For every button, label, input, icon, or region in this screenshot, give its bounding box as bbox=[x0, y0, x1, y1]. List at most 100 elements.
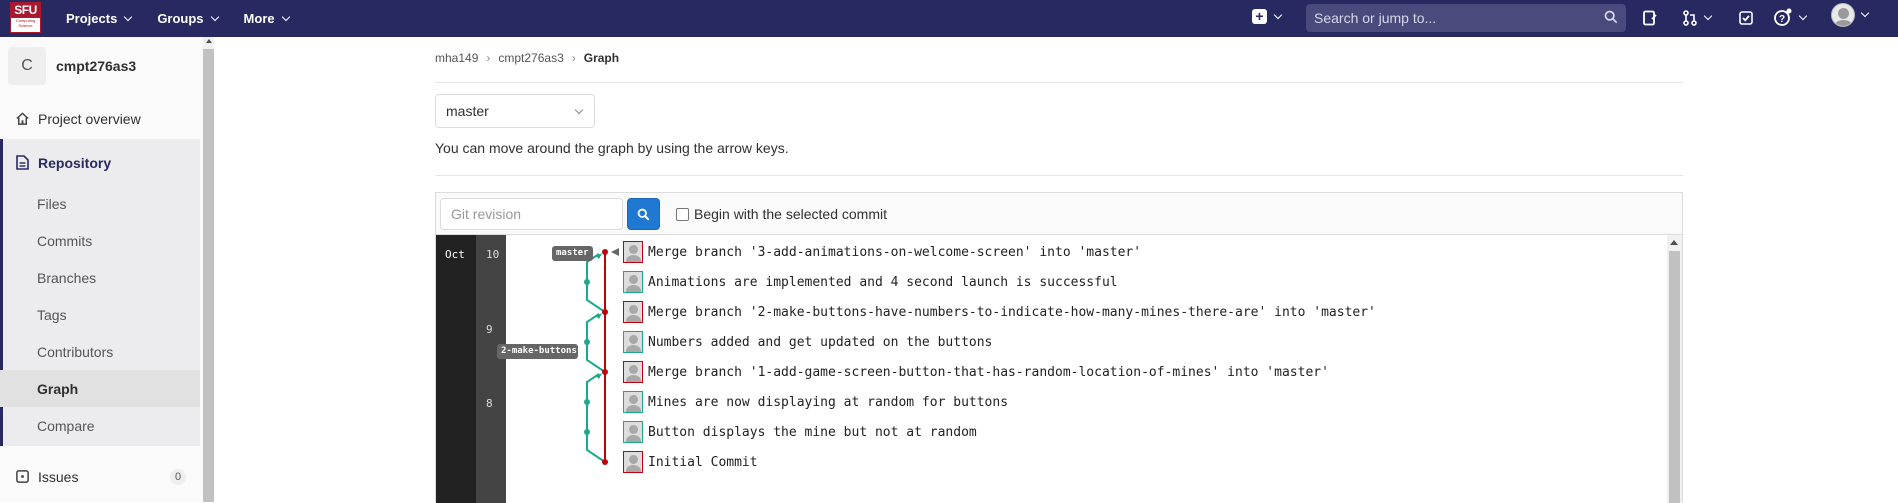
sidebar-item-repository[interactable]: Repository bbox=[0, 144, 200, 181]
commit-author-avatar[interactable] bbox=[623, 241, 643, 263]
project-name: cmpt276as3 bbox=[56, 58, 137, 74]
sidebar-item-graph[interactable]: Graph bbox=[0, 370, 200, 407]
chevron-down-icon bbox=[1798, 11, 1808, 21]
svg-text:?: ? bbox=[1779, 14, 1785, 25]
chevron-down-icon bbox=[124, 12, 133, 21]
head-pointer-icon bbox=[611, 248, 619, 256]
sidebar-item-project-overview[interactable]: Project overview bbox=[0, 100, 200, 137]
commit-message[interactable]: Initial Commit bbox=[648, 455, 758, 470]
begin-with-commit-option[interactable]: Begin with the selected commit bbox=[676, 206, 887, 222]
commit-dot bbox=[602, 249, 608, 255]
commit-row[interactable]: Merge branch '1-add-game-screen-button-t… bbox=[623, 360, 1329, 384]
breadcrumb-project[interactable]: cmpt276as3 bbox=[498, 51, 563, 65]
sidebar-scrollbar-thumb[interactable] bbox=[203, 49, 214, 502]
branch-select-value: master bbox=[446, 103, 489, 119]
commit-author-avatar[interactable] bbox=[623, 331, 643, 353]
sidebar-item-issues[interactable]: Issues 0 bbox=[0, 458, 200, 495]
document-icon bbox=[1643, 10, 1657, 26]
user-avatar bbox=[1831, 3, 1855, 27]
issues-todo-button[interactable] bbox=[1642, 8, 1658, 28]
breadcrumb-user[interactable]: mha149 bbox=[435, 51, 478, 65]
commit-row[interactable]: Initial Commit bbox=[623, 450, 758, 474]
sidebar-item-contributors[interactable]: Contributors bbox=[0, 333, 200, 370]
scroll-up-arrow-icon[interactable] bbox=[1670, 240, 1678, 245]
help-button[interactable]: ? bbox=[1773, 8, 1808, 28]
search-input[interactable] bbox=[1314, 10, 1594, 26]
merge-arrow-icon bbox=[596, 373, 602, 379]
merge-arrow-icon bbox=[596, 313, 602, 319]
divider bbox=[435, 175, 1683, 176]
chevron-down-icon bbox=[210, 12, 219, 21]
commit-author-avatar[interactable] bbox=[623, 361, 643, 383]
chevron-right-icon: › bbox=[486, 51, 491, 65]
sidebar-item-tags[interactable]: Tags bbox=[0, 296, 200, 333]
commit-row[interactable]: Mines are now displaying at random for b… bbox=[623, 390, 1008, 414]
ref-label-master[interactable]: master bbox=[552, 246, 593, 261]
scroll-up-arrow-icon[interactable] bbox=[206, 39, 212, 43]
commit-row[interactable]: Button displays the mine but not at rand… bbox=[623, 420, 977, 444]
feature-branch-line bbox=[586, 373, 606, 463]
nav-projects-label: Projects bbox=[66, 11, 118, 26]
sidebar-item-label: Issues bbox=[38, 468, 79, 485]
graph-scrollbar-thumb[interactable] bbox=[1669, 251, 1680, 503]
merge-requests-button[interactable] bbox=[1682, 8, 1713, 28]
commit-message[interactable]: Merge branch '3-add-animations-on-welcom… bbox=[648, 245, 1141, 260]
logo-text: SFU bbox=[11, 3, 40, 18]
breadcrumb-current[interactable]: Graph bbox=[584, 51, 619, 65]
nav-more[interactable]: More bbox=[243, 11, 290, 26]
commit-message[interactable]: Numbers added and get updated on the but… bbox=[648, 335, 992, 350]
commit-author-avatar[interactable] bbox=[623, 451, 643, 473]
sidebar-item-commits[interactable]: Commits bbox=[0, 222, 200, 259]
new-dropdown-button[interactable]: + bbox=[1252, 9, 1283, 24]
help-icon: ? bbox=[1774, 8, 1792, 26]
todos-button[interactable] bbox=[1738, 8, 1754, 28]
merge-arrow-icon bbox=[596, 253, 602, 259]
ref-label-branch[interactable]: 2-make-buttons-… bbox=[497, 344, 578, 359]
sidebar-item-label: Repository bbox=[38, 154, 112, 171]
issues-count-badge: 0 bbox=[170, 469, 186, 485]
chevron-down-icon bbox=[574, 105, 584, 115]
sidebar-item-compare[interactable]: Compare bbox=[0, 407, 200, 444]
graph-canvas[interactable]: Oct 10 9 8 master 2-make-buttons-… Merge… bbox=[436, 235, 1682, 503]
breadcrumb: mha149 › cmpt276as3 › Graph bbox=[435, 51, 619, 65]
divider bbox=[435, 82, 1683, 83]
commit-dot bbox=[584, 429, 590, 435]
user-menu-button[interactable] bbox=[1831, 3, 1870, 27]
commit-dot bbox=[584, 279, 590, 285]
merge-request-icon bbox=[1683, 10, 1697, 26]
commit-row[interactable]: Numbers added and get updated on the but… bbox=[623, 330, 992, 354]
branch-select[interactable]: master bbox=[435, 94, 595, 128]
plus-icon: + bbox=[1252, 9, 1267, 24]
search-icon bbox=[637, 208, 650, 220]
commit-row[interactable]: Merge branch '3-add-animations-on-welcom… bbox=[623, 240, 1141, 264]
project-avatar: C bbox=[8, 47, 46, 85]
commit-author-avatar[interactable] bbox=[623, 271, 643, 293]
commit-message[interactable]: Merge branch '1-add-game-screen-button-t… bbox=[648, 365, 1329, 380]
chevron-down-icon bbox=[1273, 10, 1283, 19]
chevron-right-icon: › bbox=[571, 51, 576, 65]
commit-row[interactable]: Animations are implemented and 4 second … bbox=[623, 270, 1118, 294]
search-icon[interactable] bbox=[1604, 10, 1618, 24]
commit-author-avatar[interactable] bbox=[623, 301, 643, 323]
revision-search-button[interactable] bbox=[627, 198, 660, 230]
sfu-logo[interactable]: SFU Computing Science bbox=[10, 2, 41, 33]
nav-more-label: More bbox=[243, 11, 275, 26]
commit-author-avatar[interactable] bbox=[623, 421, 643, 443]
nav-groups[interactable]: Groups bbox=[157, 11, 219, 26]
chevron-down-icon bbox=[1703, 11, 1713, 21]
commit-message[interactable]: Animations are implemented and 4 second … bbox=[648, 275, 1118, 290]
commit-message[interactable]: Mines are now displaying at random for b… bbox=[648, 395, 1008, 410]
commit-message[interactable]: Merge branch '2-make-buttons-have-number… bbox=[648, 305, 1376, 320]
git-revision-input[interactable] bbox=[440, 198, 623, 230]
commit-author-avatar[interactable] bbox=[623, 391, 643, 413]
project-header[interactable]: C cmpt276as3 bbox=[8, 47, 136, 85]
commit-dot bbox=[602, 459, 608, 465]
nav-projects[interactable]: Projects bbox=[66, 11, 133, 26]
graph-hint-text: You can move around the graph by using t… bbox=[435, 140, 789, 156]
sidebar-item-branches[interactable]: Branches bbox=[0, 259, 200, 296]
sidebar-item-files[interactable]: Files bbox=[0, 185, 200, 222]
begin-with-commit-checkbox[interactable] bbox=[676, 207, 689, 221]
top-navbar: SFU Computing Science Projects Groups Mo… bbox=[0, 0, 1898, 37]
commit-message[interactable]: Button displays the mine but not at rand… bbox=[648, 425, 977, 440]
commit-row[interactable]: Merge branch '2-make-buttons-have-number… bbox=[623, 300, 1376, 324]
